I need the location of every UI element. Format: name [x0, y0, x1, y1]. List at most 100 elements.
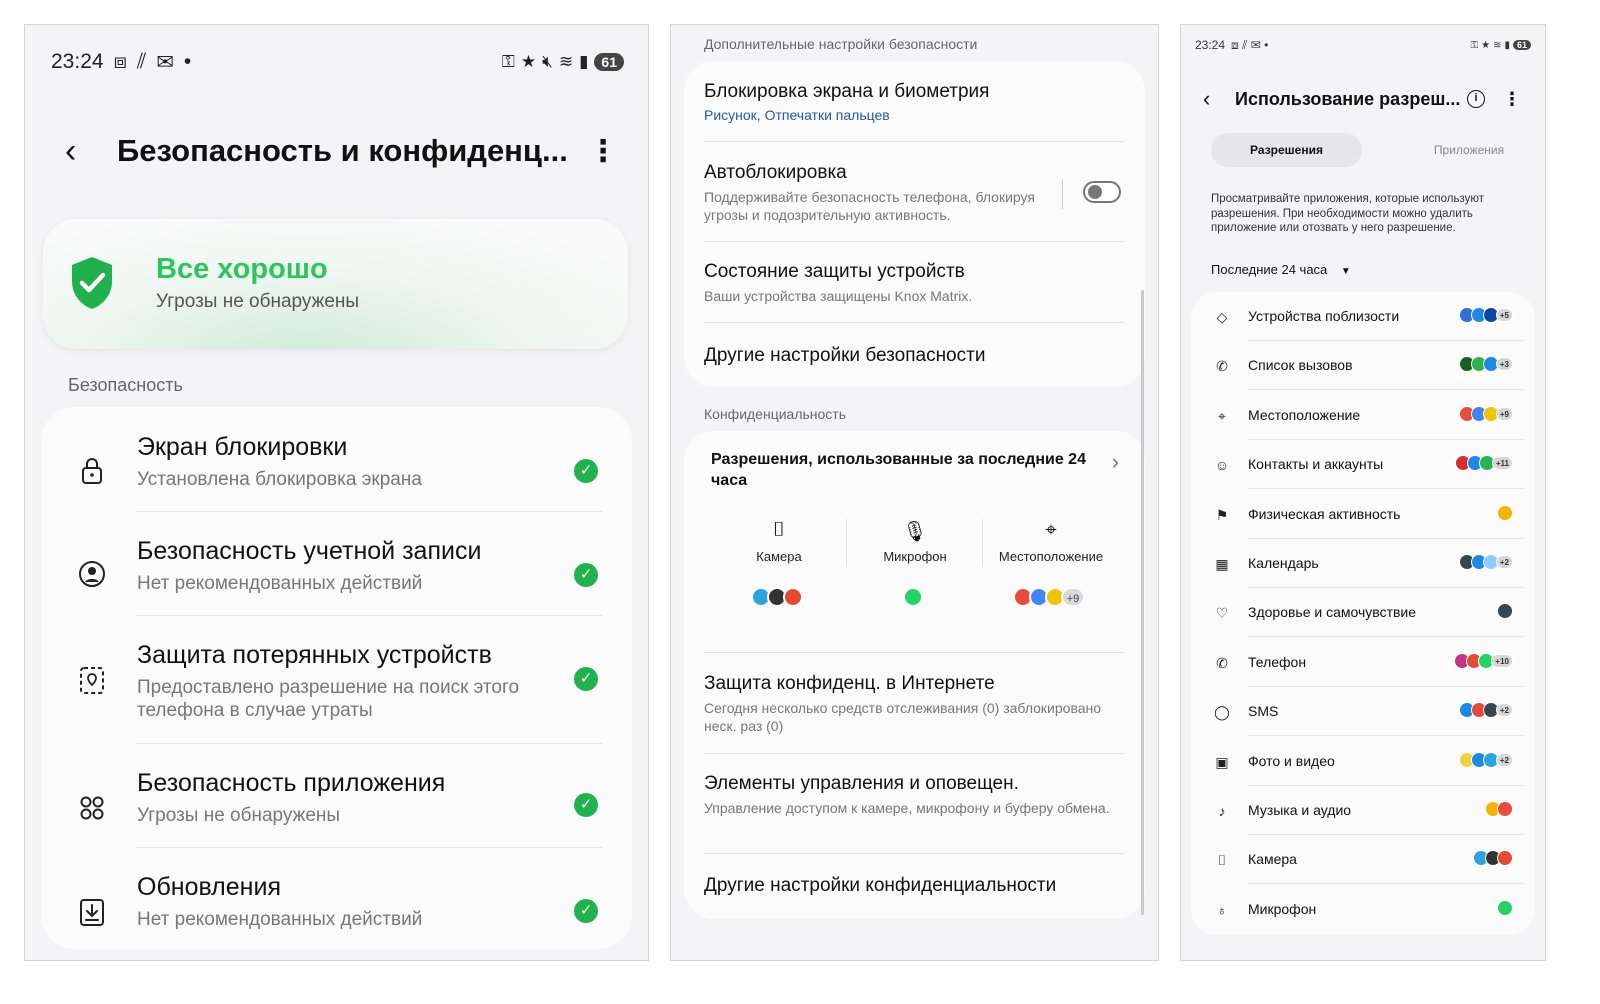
- signal-icon: ▮: [1504, 39, 1510, 51]
- permission-row[interactable]: ♁ Микрофон: [1191, 885, 1535, 934]
- signal-slash-icon: ⫽: [136, 50, 147, 73]
- item-desc: Угрозы не обнаружены: [137, 805, 341, 826]
- camera-icon: ⌷: [773, 519, 785, 541]
- header: ‹ Безопасность и конфиденц... ⋮: [65, 125, 618, 177]
- item-title: Состояние защиты устройств: [704, 261, 965, 282]
- app-icon: [1497, 504, 1513, 521]
- perm-label: Местоположение: [998, 549, 1104, 564]
- divider: [704, 652, 1125, 653]
- header: ‹ Использование разреш... i ⋮: [1203, 85, 1521, 113]
- permission-row[interactable]: ◯ SMS +2: [1191, 687, 1535, 737]
- divider: [1062, 179, 1063, 209]
- microphone-icon: 🎙︎: [902, 521, 928, 543]
- divider: [137, 743, 602, 744]
- permission-row[interactable]: ▦ Календарь +2: [1191, 539, 1535, 588]
- item-desc: Нет рекомендованных действий: [137, 573, 423, 594]
- item-title: Автоблокировка: [704, 162, 847, 183]
- permission-row[interactable]: ◇ Устройства поблизости +5: [1191, 292, 1535, 341]
- divider: [704, 241, 1125, 242]
- permission-label: Устройства поблизости: [1248, 308, 1400, 324]
- nearby-icon: ◇: [1216, 309, 1228, 325]
- permission-label: Телефон: [1248, 653, 1307, 670]
- activity-icon: ⚑: [1215, 506, 1229, 523]
- microphone-icon: ♁: [1216, 901, 1228, 918]
- camera-apps: [714, 587, 844, 607]
- more-apps-badge: +2: [1495, 555, 1513, 569]
- location-apps: +9: [986, 587, 1116, 607]
- divider: [704, 322, 1125, 323]
- tab-permissions[interactable]: Разрешения: [1211, 133, 1362, 167]
- wifi-icon: ≋: [558, 52, 574, 71]
- divider: [137, 847, 602, 848]
- list-item-other-security[interactable]: Другие настройки безопасности: [704, 345, 1125, 367]
- perm-location[interactable]: ⌖ Местоположение: [986, 519, 1116, 564]
- lock-icon: [82, 458, 102, 484]
- call-log-icon: ✆: [1216, 358, 1228, 375]
- app-icons: +2: [1458, 702, 1513, 719]
- list-item-updates[interactable]: Обновления Нет рекомендованных действий ✓: [41, 873, 632, 943]
- app-icons: +10: [1454, 652, 1513, 669]
- permission-row[interactable]: ⌖ Местоположение +9: [1191, 391, 1535, 440]
- app-icons: +9: [1458, 405, 1513, 422]
- back-icon[interactable]: ‹: [1203, 86, 1235, 112]
- permission-label: SMS: [1248, 703, 1279, 720]
- list-item-account-security[interactable]: Безопасность учетной записи Нет рекомендо…: [41, 537, 632, 617]
- photo-icon: ▣: [1215, 753, 1229, 770]
- permission-row[interactable]: ✆ Телефон +10: [1191, 638, 1535, 687]
- app-icons: +2: [1458, 554, 1513, 570]
- perm-microphone[interactable]: 🎙︎ Микрофон: [850, 519, 980, 564]
- divider: [982, 519, 983, 567]
- list-item-controls-alerts[interactable]: Элементы управления и оповещен. Управлен…: [704, 773, 1125, 817]
- list-item-device-protection[interactable]: Состояние защиты устройств Ваши устройст…: [704, 261, 1125, 305]
- item-desc: Нет рекомендованных действий: [137, 909, 423, 930]
- range-dropdown[interactable]: Последние 24 часа ▼: [1211, 262, 1351, 277]
- scrollbar[interactable]: [1141, 290, 1144, 915]
- list-item-autoblock[interactable]: Автоблокировка Поддерживайте безопасност…: [704, 162, 1045, 224]
- perm-camera[interactable]: ⌷ Камера: [714, 519, 844, 564]
- autoblock-toggle[interactable]: [1083, 181, 1121, 203]
- permission-row[interactable]: ⚑ Физическая активность: [1191, 490, 1535, 539]
- check-icon: ✓: [574, 667, 598, 691]
- privacy-card: Разрешения, использованные за последние …: [684, 431, 1145, 919]
- more-options-icon[interactable]: ⋮: [1503, 89, 1521, 110]
- security-list: Экран блокировки Установлена блокировка э…: [41, 407, 632, 949]
- list-item-lost-device[interactable]: Защита потерянных устройств Предоставлено…: [41, 641, 632, 745]
- info-icon[interactable]: i: [1467, 90, 1485, 108]
- item-title: Защита конфиденц. в Интернете: [704, 673, 995, 694]
- mail-icon: ✉: [156, 50, 174, 74]
- permission-row[interactable]: ✆ Список вызовов +3: [1191, 341, 1535, 391]
- permission-label: Здоровье и самочувствие: [1248, 604, 1417, 621]
- permission-row[interactable]: ⌷ Камера: [1191, 835, 1535, 885]
- permission-row[interactable]: ☺ Контакты и аккаунты +11: [1191, 440, 1535, 490]
- status-time: 23:24: [51, 50, 104, 73]
- permission-row[interactable]: ♪ Музыка и аудио: [1191, 786, 1535, 835]
- more-options-icon[interactable]: ⋮: [588, 134, 618, 169]
- permissions-used-link[interactable]: Разрешения, использованные за последние …: [711, 449, 1095, 491]
- more-apps-badge: +11: [1491, 456, 1513, 471]
- list-item-lock-screen[interactable]: Экран блокировки Установлена блокировка э…: [41, 433, 632, 513]
- list-item-lockscreen-biometrics[interactable]: Блокировка экрана и биометрия Рисунок, О…: [704, 81, 1125, 123]
- permission-row[interactable]: ▣ Фото и видео +2: [1191, 737, 1535, 786]
- back-icon[interactable]: ‹: [65, 132, 117, 171]
- check-icon: ✓: [574, 459, 598, 483]
- app-icons: [1497, 899, 1513, 916]
- status-card[interactable]: Все хорошо Угрозы не обнаружены: [43, 219, 628, 349]
- microphone-apps: [850, 587, 980, 607]
- item-desc: Установлена блокировка экрана: [137, 469, 422, 490]
- location-icon: ⌖: [1218, 407, 1226, 424]
- permission-row[interactable]: ♡ Здоровье и самочувствие: [1191, 588, 1535, 638]
- divider: [846, 519, 847, 567]
- list-item-app-security[interactable]: Безопасность приложения Угрозы не обнаруж…: [41, 769, 632, 849]
- shield-check-icon: [72, 257, 112, 309]
- status-bar: 23:24 ⧈ ⫽ ✉ • ⚿ ★ 🔇︎ ≋ ▮ 61: [51, 47, 624, 77]
- list-item-internet-privacy[interactable]: Защита конфиденц. в Интернете Сегодня не…: [704, 673, 1125, 735]
- screenshot-icon: ⧈: [113, 50, 127, 73]
- list-item-other-privacy[interactable]: Другие настройки конфиденциальности: [704, 875, 1125, 897]
- tab-apps[interactable]: Приложения: [1394, 133, 1544, 167]
- app-icon: [1497, 801, 1513, 817]
- check-icon: ✓: [574, 793, 598, 817]
- item-title: Другие настройки безопасности: [704, 345, 986, 366]
- perm-label: Камера: [756, 549, 802, 564]
- range-label: Последние 24 часа: [1211, 262, 1328, 277]
- item-desc: Поддерживайте безопасность телефона, бло…: [704, 189, 1035, 223]
